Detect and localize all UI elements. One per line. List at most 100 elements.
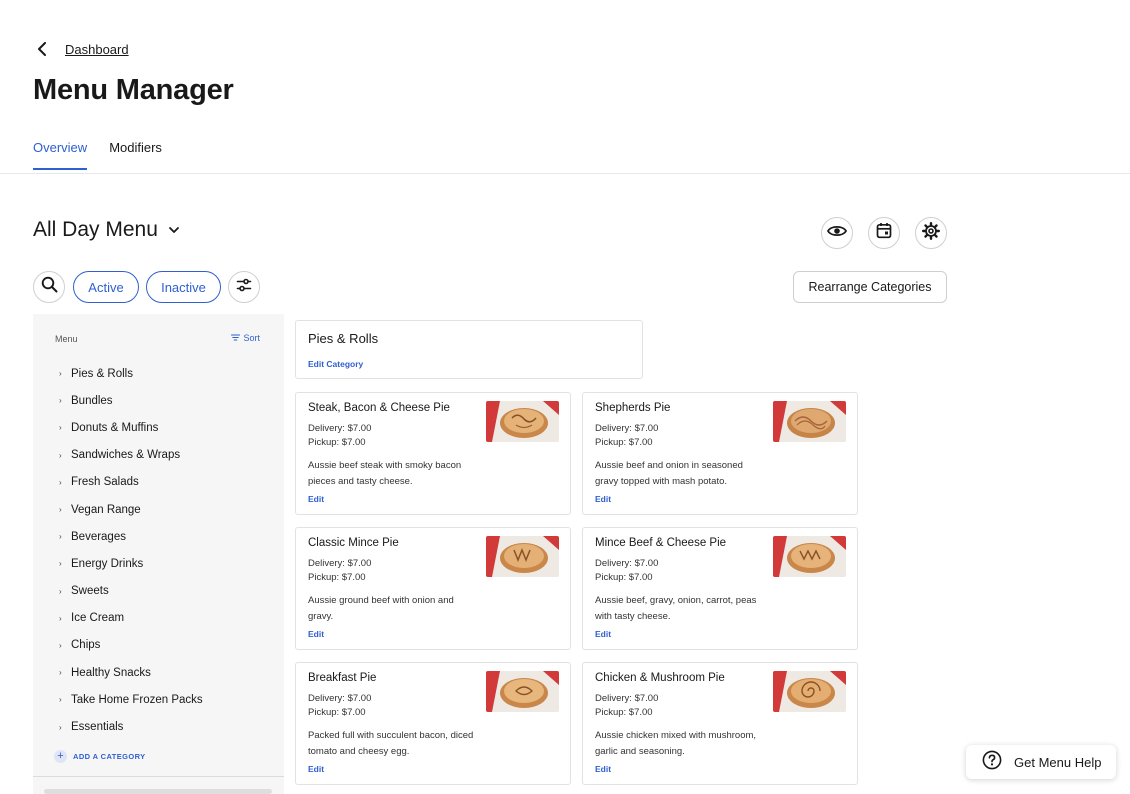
- item-pickup-price: Pickup: $7.00: [308, 572, 366, 583]
- chevron-right-icon: ›: [59, 613, 62, 623]
- item-name: Breakfast Pie: [308, 672, 377, 684]
- get-menu-help-button[interactable]: Get Menu Help: [966, 745, 1116, 779]
- item-pickup-price: Pickup: $7.00: [595, 572, 653, 583]
- item-description: Packed full with succulent bacon, diced …: [308, 730, 474, 757]
- schedule-button[interactable]: [868, 217, 900, 249]
- item-photo: [486, 401, 559, 442]
- chevron-right-icon: ›: [59, 505, 62, 515]
- sidebar-item-label: Donuts & Muffins: [71, 421, 159, 434]
- item-description: Aussie beef and onion in seasoned gravy …: [595, 460, 743, 487]
- sidebar-item-label: Ice Cream: [71, 612, 125, 625]
- sidebar-item-donuts-muffins[interactable]: › Donuts & Muffins: [59, 414, 203, 441]
- sidebar-item-label: Vegan Range: [71, 503, 141, 516]
- sidebar-item-energy-drinks[interactable]: › Energy Drinks: [59, 550, 203, 577]
- sidebar-item-beverages[interactable]: › Beverages: [59, 523, 203, 550]
- preview-button[interactable]: [821, 217, 853, 249]
- sort-lines-icon: [231, 333, 241, 343]
- calendar-icon: [876, 222, 892, 244]
- category-header-card: Pies & Rolls Edit Category: [295, 320, 643, 379]
- item-delivery-price: Delivery: $7.00: [595, 423, 659, 434]
- item-edit-link[interactable]: Edit: [308, 494, 324, 504]
- item-name: Shepherds Pie: [595, 402, 671, 414]
- category-title: Pies & Rolls: [308, 331, 379, 346]
- item-delivery-price: Delivery: $7.00: [308, 558, 372, 569]
- sidebar-item-label: Healthy Snacks: [71, 666, 151, 679]
- item-photo: [773, 401, 846, 442]
- question-circle-icon: [982, 750, 1002, 775]
- item-pickup-price: Pickup: $7.00: [308, 707, 366, 718]
- item-description: Aussie ground beef with onion and gravy.: [308, 595, 454, 622]
- item-pickup-price: Pickup: $7.00: [595, 707, 653, 718]
- menu-item-card[interactable]: Shepherds Pie Delivery: $7.00 Pickup: $7…: [582, 392, 858, 515]
- sidebar-item-vegan-range[interactable]: › Vegan Range: [59, 496, 203, 523]
- inactive-filter-pill[interactable]: Inactive: [146, 271, 221, 303]
- sidebar-item-sweets[interactable]: › Sweets: [59, 578, 203, 605]
- chevron-right-icon: ›: [59, 695, 62, 705]
- sidebar-item-take-home-frozen-packs[interactable]: › Take Home Frozen Packs: [59, 686, 203, 713]
- item-edit-link[interactable]: Edit: [595, 494, 611, 504]
- filter-options-button[interactable]: [228, 271, 260, 303]
- back-chevron-icon[interactable]: [33, 38, 51, 60]
- sidebar-scrollbar[interactable]: [44, 789, 272, 794]
- menu-item-card[interactable]: Classic Mince Pie Delivery: $7.00 Pickup…: [295, 527, 571, 650]
- dashboard-link[interactable]: Dashboard: [65, 42, 129, 57]
- sidebar-item-label: Beverages: [71, 530, 126, 543]
- item-name: Chicken & Mushroom Pie: [595, 672, 725, 684]
- category-sidebar: Menu Sort › Pies & Rolls › Bundles › Donuts…: [33, 314, 284, 794]
- sidebar-item-sandwiches-wraps[interactable]: › Sandwiches & Wraps: [59, 442, 203, 469]
- sidebar-item-label: Sandwiches & Wraps: [71, 449, 181, 462]
- page-title: Menu Manager: [33, 74, 234, 106]
- chevron-right-icon: ›: [59, 532, 62, 542]
- sidebar-item-label: Fresh Salads: [71, 476, 139, 489]
- menu-item-card[interactable]: Mince Beef & Cheese Pie Delivery: $7.00 …: [582, 527, 858, 650]
- item-photo: [486, 536, 559, 577]
- edit-category-link[interactable]: Edit Category: [308, 359, 363, 369]
- sidebar-item-label: Energy Drinks: [71, 557, 144, 570]
- sidebar-item-fresh-salads[interactable]: › Fresh Salads: [59, 469, 203, 496]
- item-edit-link[interactable]: Edit: [308, 629, 324, 639]
- item-photo: [486, 671, 559, 712]
- item-photo: [773, 671, 846, 712]
- sidebar-item-healthy-snacks[interactable]: › Healthy Snacks: [59, 659, 203, 686]
- sidebar-item-essentials[interactable]: › Essentials: [59, 713, 203, 740]
- item-edit-link[interactable]: Edit: [308, 764, 324, 774]
- add-category-button[interactable]: + ADD A CATEGORY: [54, 750, 146, 763]
- gear-icon: [922, 221, 940, 245]
- menu-selector[interactable]: All Day Menu: [33, 218, 180, 242]
- sidebar-item-label: Bundles: [71, 394, 113, 407]
- breadcrumb: Dashboard: [33, 38, 129, 60]
- chevron-right-icon: ›: [59, 586, 62, 596]
- item-pickup-price: Pickup: $7.00: [595, 437, 653, 448]
- tab-modifiers[interactable]: Modifiers: [109, 140, 162, 170]
- item-description: Aussie beef, gravy, onion, carrot, peas …: [595, 595, 757, 622]
- menu-item-card[interactable]: Breakfast Pie Delivery: $7.00 Pickup: $7…: [295, 662, 571, 785]
- item-description: Aussie beef steak with smoky bacon piece…: [308, 460, 462, 487]
- item-edit-link[interactable]: Edit: [595, 764, 611, 774]
- chevron-right-icon: ›: [59, 450, 62, 460]
- sidebar-item-chips[interactable]: › Chips: [59, 632, 203, 659]
- sort-button[interactable]: Sort: [231, 333, 260, 343]
- sidebar-item-pies-rolls[interactable]: › Pies & Rolls: [59, 360, 203, 387]
- tabs-divider: [0, 173, 1130, 174]
- menu-item-card[interactable]: Chicken & Mushroom Pie Delivery: $7.00 P…: [582, 662, 858, 785]
- item-name: Classic Mince Pie: [308, 537, 399, 549]
- sidebar-divider: [33, 776, 284, 777]
- active-filter-pill[interactable]: Active: [73, 271, 139, 303]
- tab-overview[interactable]: Overview: [33, 140, 88, 170]
- search-button[interactable]: [33, 271, 65, 303]
- rearrange-categories-button[interactable]: Rearrange Categories: [793, 271, 947, 303]
- sidebar-item-ice-cream[interactable]: › Ice Cream: [59, 605, 203, 632]
- chevron-right-icon: ›: [59, 559, 62, 569]
- item-pickup-price: Pickup: $7.00: [308, 437, 366, 448]
- settings-button[interactable]: [915, 217, 947, 249]
- chevron-right-icon: ›: [59, 369, 62, 379]
- menu-item-card[interactable]: Steak, Bacon & Cheese Pie Delivery: $7.0…: [295, 392, 571, 515]
- item-name: Mince Beef & Cheese Pie: [595, 537, 727, 549]
- menu-selector-label: All Day Menu: [33, 218, 158, 241]
- sidebar-item-bundles[interactable]: › Bundles: [59, 387, 203, 414]
- item-delivery-price: Delivery: $7.00: [595, 693, 659, 704]
- chevron-right-icon: ›: [59, 423, 62, 433]
- plus-icon: +: [54, 750, 67, 763]
- item-photo: [773, 536, 846, 577]
- item-edit-link[interactable]: Edit: [595, 629, 611, 639]
